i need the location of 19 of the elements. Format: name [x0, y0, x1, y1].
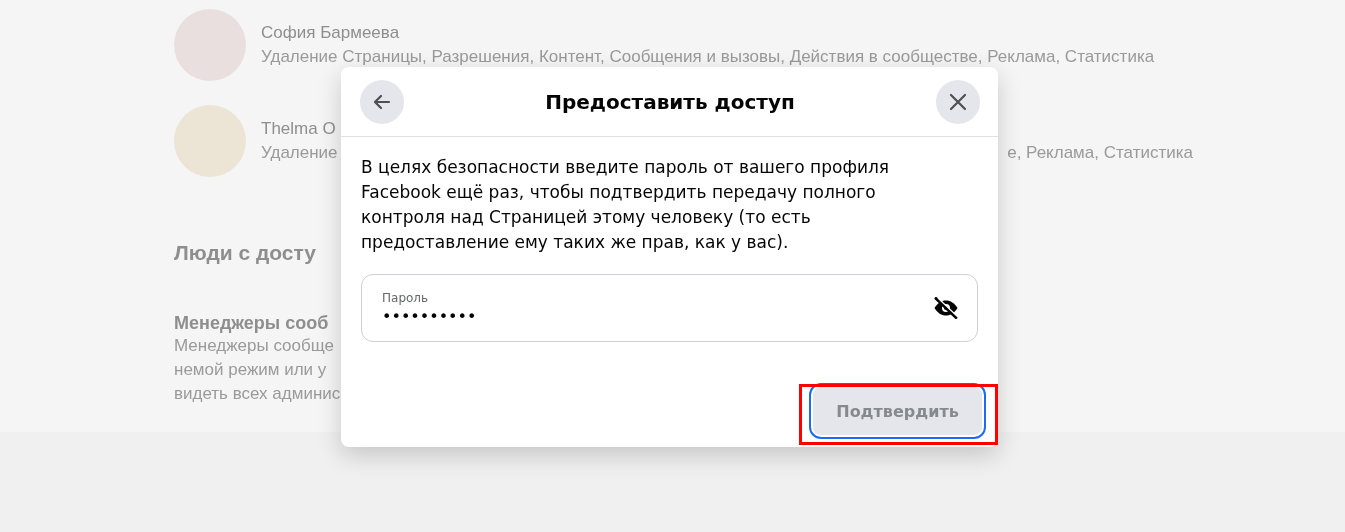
person-name: Thelma O	[261, 119, 336, 139]
permissions-text: Удаление Страницы, Разрешения, Контент, Сообщения и вызовы, Действия в сообществе, Реклама, Статистика	[261, 47, 1155, 67]
close-icon	[949, 92, 967, 111]
dialog-message: В целях безопасности введите пароль от вашего профиля Facebook ещё раз, чтобы подтвердить передачу полного контроля над Страницей этому человеку (то есть предоставление ему таких же прав, как у вас).	[361, 156, 891, 254]
permissions-text: е, Реклама, Статистика	[1007, 143, 1193, 163]
description-line: немой режим или у	[174, 359, 327, 381]
eye-slash-icon[interactable]	[933, 297, 959, 319]
password-value: ••••••••••	[382, 306, 477, 326]
close-button[interactable]	[936, 79, 980, 124]
subsection-heading: Менеджеры сооб	[174, 313, 329, 334]
description-line: Менеджеры сообще	[174, 335, 334, 357]
password-field[interactable]: Пароль ••••••••••	[361, 274, 978, 342]
dialog-title: Предоставить доступ	[545, 89, 795, 114]
section-heading: Люди с досту	[174, 241, 317, 265]
back-button[interactable]	[360, 79, 404, 124]
field-label: Пароль	[382, 290, 429, 305]
person-name: София Бармеева	[261, 23, 400, 43]
permissions-text: Удаление	[261, 143, 338, 163]
description-line: видеть всех админис	[174, 383, 341, 405]
